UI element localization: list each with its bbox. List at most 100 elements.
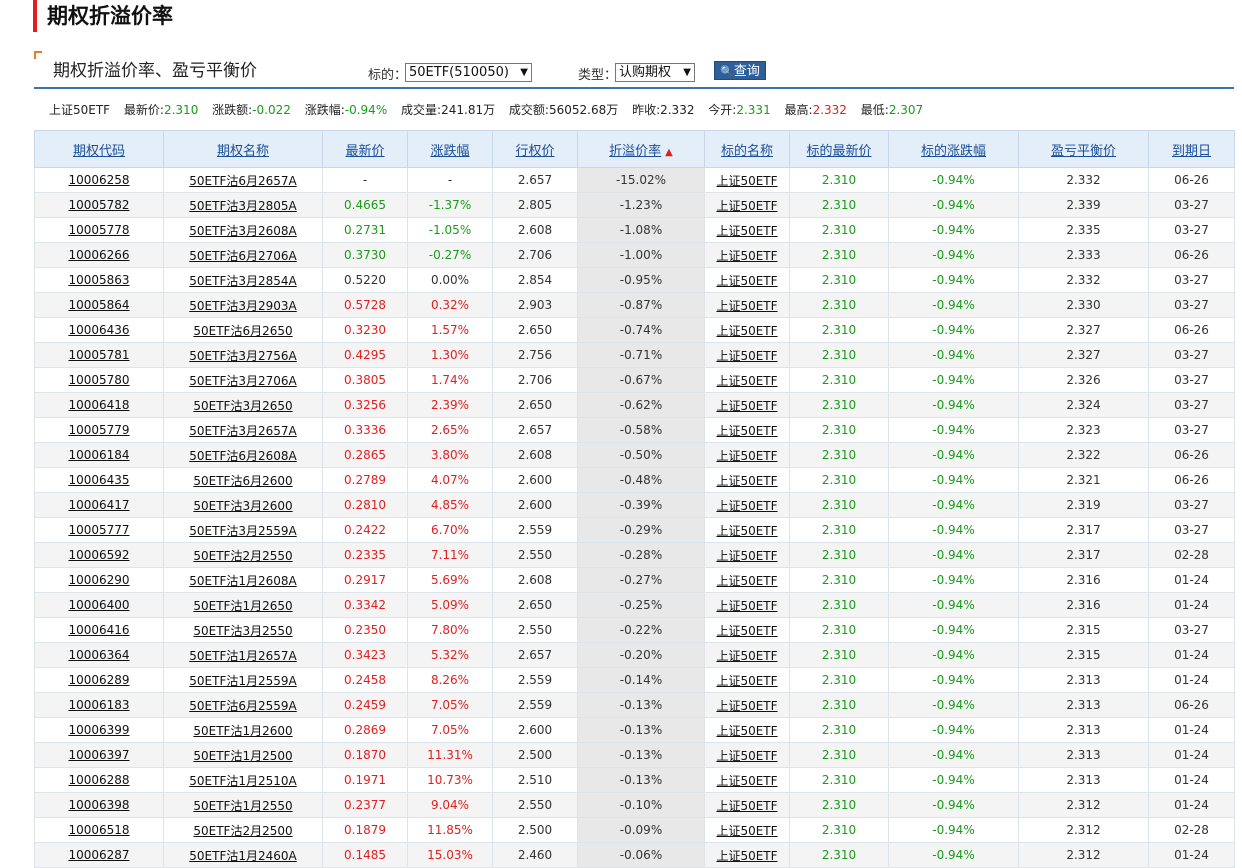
cell-option-name[interactable]: 50ETF沽6月2608A [163, 442, 323, 468]
cell-option-code[interactable]: 10006435 [34, 467, 164, 493]
cell-option-name[interactable]: 50ETF沽3月2550 [163, 617, 323, 643]
cell-underlying-name[interactable]: 上证50ETF [704, 542, 790, 568]
cell-underlying-name[interactable]: 上证50ETF [704, 717, 790, 743]
cell-option-code[interactable]: 10006518 [34, 817, 164, 843]
cell-last-price: 0.3730 [322, 242, 408, 268]
cell-underlying-name[interactable]: 上证50ETF [704, 342, 790, 368]
type-select[interactable]: 认购期权 ▼ [615, 63, 695, 82]
cell-option-code[interactable]: 10006416 [34, 617, 164, 643]
cell-underlying-name[interactable]: 上证50ETF [704, 367, 790, 393]
cell-option-code[interactable]: 10006400 [34, 592, 164, 618]
cell-option-code[interactable]: 10005781 [34, 342, 164, 368]
cell-underlying-name[interactable]: 上证50ETF [704, 692, 790, 718]
cell-option-code[interactable]: 10005779 [34, 417, 164, 443]
cell-option-code[interactable]: 10005778 [34, 217, 164, 243]
cell-underlying-name[interactable]: 上证50ETF [704, 417, 790, 443]
cell-underlying-name[interactable]: 上证50ETF [704, 467, 790, 493]
cell-underlying-name[interactable]: 上证50ETF [704, 317, 790, 343]
cell-option-code[interactable]: 10006418 [34, 392, 164, 418]
cell-option-name[interactable]: 50ETF沽6月2650 [163, 317, 323, 343]
col-header-change[interactable]: 涨跌幅 [407, 130, 493, 168]
cell-option-name[interactable]: 50ETF沽3月2805A [163, 192, 323, 218]
cell-underlying-name[interactable]: 上证50ETF [704, 492, 790, 518]
cell-underlying-name[interactable]: 上证50ETF [704, 267, 790, 293]
cell-underlying-name[interactable]: 上证50ETF [704, 767, 790, 793]
cell-option-code[interactable]: 10006399 [34, 717, 164, 743]
cell-underlying-name[interactable]: 上证50ETF [704, 642, 790, 668]
cell-option-code[interactable]: 10006266 [34, 242, 164, 268]
cell-option-code[interactable]: 10006288 [34, 767, 164, 793]
cell-option-name[interactable]: 50ETF沽2月2500 [163, 817, 323, 843]
cell-option-name[interactable]: 50ETF沽1月2559A [163, 667, 323, 693]
underlying-select[interactable]: 50ETF(510050) ▼ [405, 63, 532, 82]
cell-underlying-name[interactable]: 上证50ETF [704, 442, 790, 468]
cell-option-code[interactable]: 10006592 [34, 542, 164, 568]
cell-option-code[interactable]: 10005777 [34, 517, 164, 543]
cell-option-name[interactable]: 50ETF沽6月2559A [163, 692, 323, 718]
col-header-breakeven[interactable]: 盈亏平衡价 [1018, 130, 1149, 168]
cell-option-name[interactable]: 50ETF沽3月2608A [163, 217, 323, 243]
col-header-code[interactable]: 期权代码 [34, 130, 164, 168]
cell-option-code[interactable]: 10005780 [34, 367, 164, 393]
cell-option-name[interactable]: 50ETF沽1月2657A [163, 642, 323, 668]
quote-low: 2.307 [888, 103, 924, 117]
col-header-underlying-change[interactable]: 标的涨跌幅 [888, 130, 1019, 168]
cell-option-code[interactable]: 10006398 [34, 792, 164, 818]
cell-option-code[interactable]: 10006290 [34, 567, 164, 593]
cell-option-name[interactable]: 50ETF沽6月2600 [163, 467, 323, 493]
cell-option-code[interactable]: 10006417 [34, 492, 164, 518]
cell-option-name[interactable]: 50ETF沽1月2650 [163, 592, 323, 618]
cell-option-code[interactable]: 10006289 [34, 667, 164, 693]
cell-option-name[interactable]: 50ETF沽3月2600 [163, 492, 323, 518]
cell-option-code[interactable]: 10006184 [34, 442, 164, 468]
cell-option-name[interactable]: 50ETF沽3月2854A [163, 267, 323, 293]
cell-underlying-name[interactable]: 上证50ETF [704, 842, 790, 868]
cell-option-code[interactable]: 10006397 [34, 742, 164, 768]
col-header-premium[interactable]: 折溢价率 ▲ [577, 130, 705, 168]
cell-underlying-name[interactable]: 上证50ETF [704, 742, 790, 768]
col-header-expiry[interactable]: 到期日 [1148, 130, 1235, 168]
cell-option-name[interactable]: 50ETF沽1月2550 [163, 792, 323, 818]
cell-option-name[interactable]: 50ETF沽3月2657A [163, 417, 323, 443]
cell-option-code[interactable]: 10006183 [34, 692, 164, 718]
cell-underlying-name[interactable]: 上证50ETF [704, 617, 790, 643]
cell-option-name[interactable]: 50ETF沽3月2756A [163, 342, 323, 368]
cell-option-name[interactable]: 50ETF沽1月2510A [163, 767, 323, 793]
cell-option-name[interactable]: 50ETF沽1月2460A [163, 842, 323, 868]
cell-underlying-name[interactable]: 上证50ETF [704, 517, 790, 543]
col-header-underlying-last[interactable]: 标的最新价 [789, 130, 889, 168]
cell-option-name[interactable]: 50ETF沽1月2600 [163, 717, 323, 743]
cell-underlying-name[interactable]: 上证50ETF [704, 292, 790, 318]
cell-option-code[interactable]: 10006287 [34, 842, 164, 868]
col-header-underlying-name[interactable]: 标的名称 [704, 130, 790, 168]
cell-option-name[interactable]: 50ETF沽1月2500 [163, 742, 323, 768]
cell-underlying-name[interactable]: 上证50ETF [704, 167, 790, 193]
cell-option-code[interactable]: 10006364 [34, 642, 164, 668]
cell-option-name[interactable]: 50ETF沽3月2650 [163, 392, 323, 418]
cell-option-code[interactable]: 10006436 [34, 317, 164, 343]
cell-underlying-name[interactable]: 上证50ETF [704, 592, 790, 618]
cell-option-code[interactable]: 10005864 [34, 292, 164, 318]
cell-underlying-name[interactable]: 上证50ETF [704, 392, 790, 418]
cell-option-code[interactable]: 10005782 [34, 192, 164, 218]
col-header-strike[interactable]: 行权价 [492, 130, 578, 168]
cell-option-name[interactable]: 50ETF沽6月2706A [163, 242, 323, 268]
cell-underlying-name[interactable]: 上证50ETF [704, 567, 790, 593]
cell-underlying-name[interactable]: 上证50ETF [704, 792, 790, 818]
cell-option-name[interactable]: 50ETF沽2月2550 [163, 542, 323, 568]
cell-option-code[interactable]: 10005863 [34, 267, 164, 293]
col-header-name[interactable]: 期权名称 [163, 130, 323, 168]
cell-underlying-name[interactable]: 上证50ETF [704, 667, 790, 693]
col-header-last[interactable]: 最新价 [322, 130, 408, 168]
cell-option-name[interactable]: 50ETF沽6月2657A [163, 167, 323, 193]
cell-option-name[interactable]: 50ETF沽1月2608A [163, 567, 323, 593]
cell-underlying-name[interactable]: 上证50ETF [704, 817, 790, 843]
cell-option-name[interactable]: 50ETF沽3月2706A [163, 367, 323, 393]
cell-underlying-name[interactable]: 上证50ETF [704, 217, 790, 243]
query-button[interactable]: 🔍查询 [714, 61, 766, 80]
cell-option-name[interactable]: 50ETF沽3月2903A [163, 292, 323, 318]
cell-underlying-name[interactable]: 上证50ETF [704, 242, 790, 268]
cell-option-name[interactable]: 50ETF沽3月2559A [163, 517, 323, 543]
cell-option-code[interactable]: 10006258 [34, 167, 164, 193]
cell-underlying-name[interactable]: 上证50ETF [704, 192, 790, 218]
